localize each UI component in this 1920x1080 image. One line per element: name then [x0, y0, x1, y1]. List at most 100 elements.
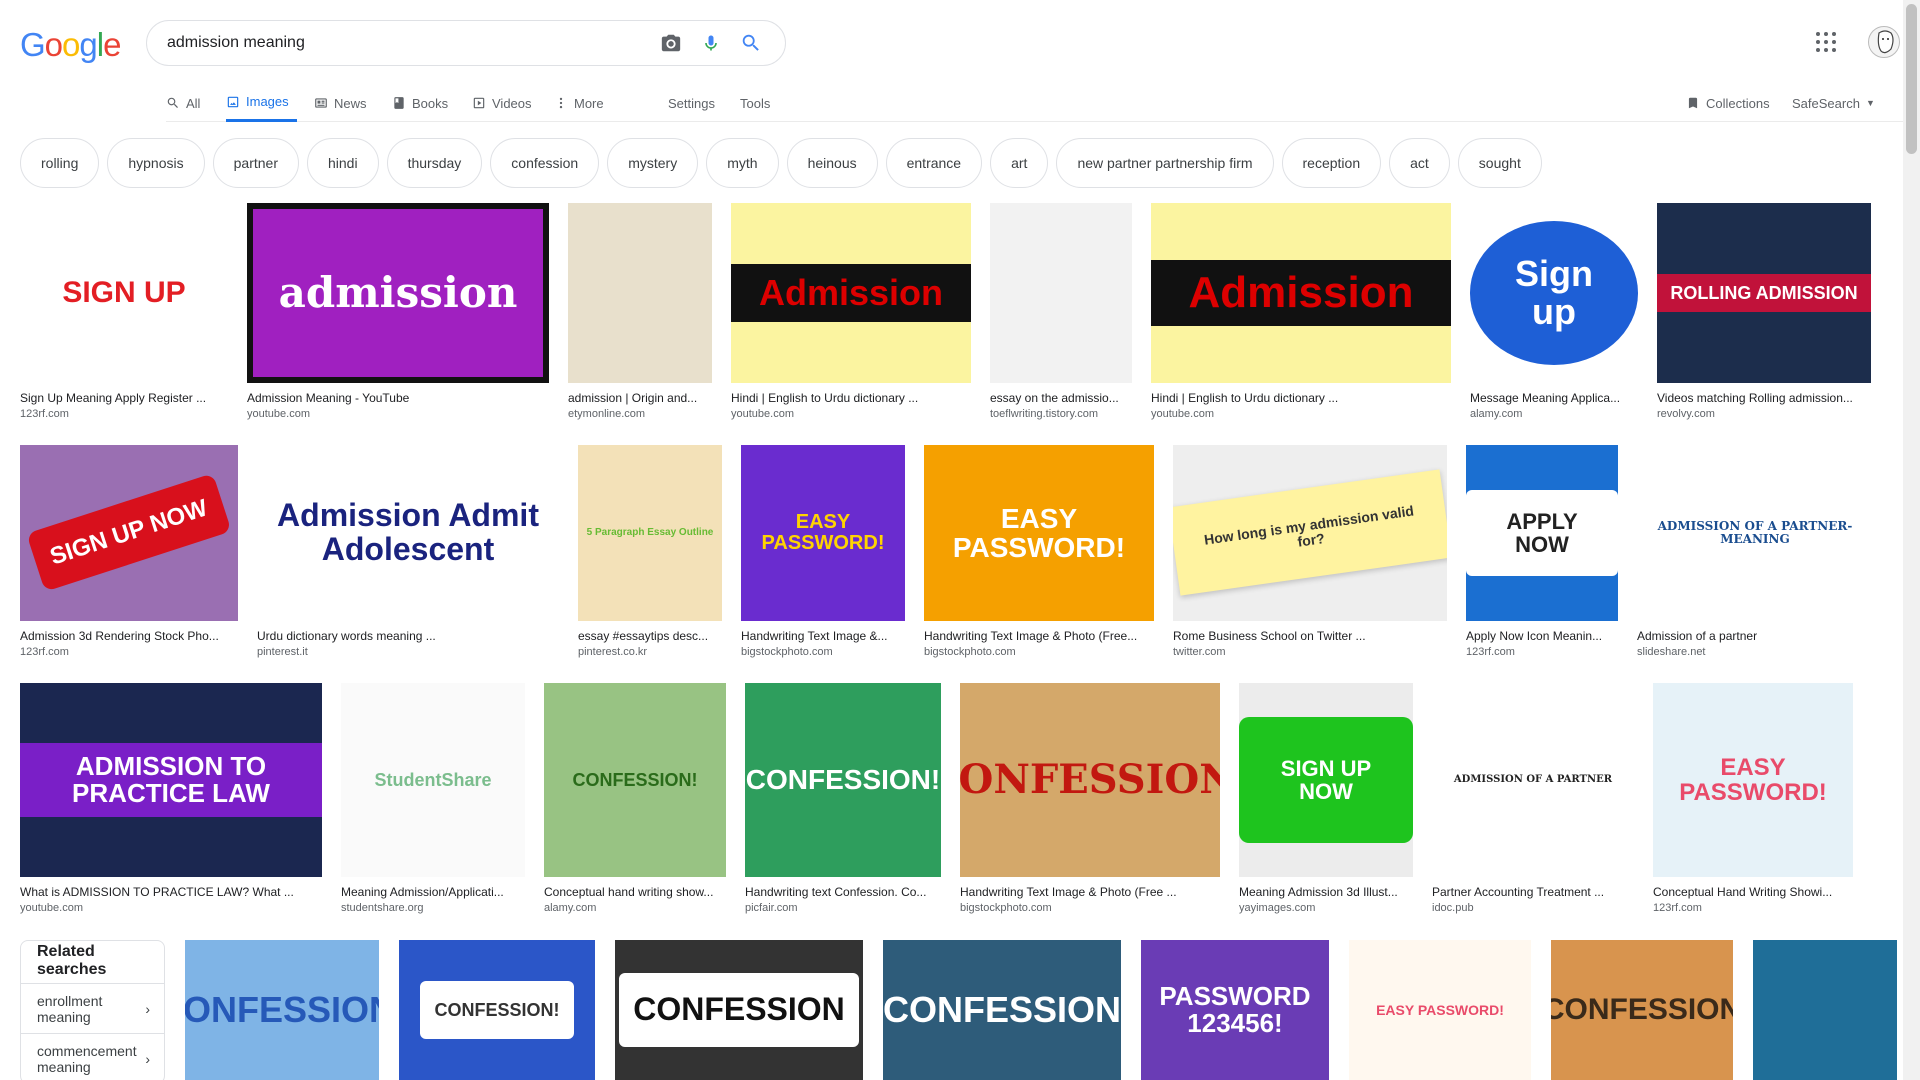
image-thumbnail[interactable]: ADMISSION TO PRACTICE LAW: [20, 683, 322, 877]
image-thumbnail[interactable]: EASY PASSWORD!: [741, 445, 905, 621]
image-result[interactable]: CONFESSION! Conceptual hand writing show.…: [544, 683, 726, 914]
avatar[interactable]: [1868, 26, 1900, 58]
image-thumbnail[interactable]: EASY PASSWORD!: [924, 445, 1154, 621]
chip-7[interactable]: myth: [706, 138, 779, 188]
image-thumbnail[interactable]: CONFESSION: [615, 940, 863, 1080]
image-result[interactable]: SIGN UP Sign Up Meaning Apply Register ..…: [20, 203, 228, 420]
image-thumbnail[interactable]: Sign up: [1470, 203, 1638, 383]
image-caption[interactable]: Handwriting Text Image & Photo (Free...: [924, 629, 1154, 643]
image-result[interactable]: ADMISSION TO PRACTICE LAW What is ADMISSI…: [20, 683, 322, 914]
image-caption[interactable]: Admission 3d Rendering Stock Pho...: [20, 629, 238, 643]
image-thumbnail[interactable]: CONFESSION!: [960, 683, 1220, 877]
image-thumbnail[interactable]: SIGN UP NOW: [1239, 683, 1413, 877]
image-caption[interactable]: What is ADMISSION TO PRACTICE LAW? What …: [20, 885, 322, 899]
related-item-enrollment[interactable]: enrollment meaning ›: [21, 983, 164, 1033]
image-result[interactable]: CONFESSION! Handwriting Text Image & Phot…: [960, 683, 1220, 914]
image-result[interactable]: 5 Paragraph Essay Outline essay #essaytip…: [578, 445, 722, 658]
chip-10[interactable]: art: [990, 138, 1049, 188]
image-caption[interactable]: Conceptual Hand Writing Showi...: [1653, 885, 1853, 899]
image-result[interactable]: EASY PASSWORD!: [1349, 940, 1531, 1080]
image-caption[interactable]: Conceptual hand writing show...: [544, 885, 726, 899]
image-result[interactable]: ADMISSION OF A PARTNER Partner Accounting…: [1432, 683, 1634, 914]
chip-5[interactable]: confession: [490, 138, 600, 188]
chip-0[interactable]: rolling: [20, 138, 100, 188]
image-result[interactable]: ROLLING ADMISSION Videos matching Rolling…: [1657, 203, 1871, 420]
chip-14[interactable]: sought: [1457, 138, 1542, 188]
image-result[interactable]: ADMISSION OF A PARTNER-MEANING Admission …: [1637, 445, 1873, 658]
image-thumbnail[interactable]: StudentShare: [341, 683, 525, 877]
image-result[interactable]: [1753, 940, 1897, 1080]
image-caption[interactable]: essay on the admissio...: [990, 391, 1132, 405]
image-result[interactable]: CONFESSION!: [185, 940, 379, 1080]
image-caption[interactable]: Handwriting Text Image & Photo (Free ...: [960, 885, 1220, 899]
image-result[interactable]: CONFESSION: [883, 940, 1121, 1080]
image-result[interactable]: admission Admission Meaning - YouTube yout…: [247, 203, 549, 420]
image-result[interactable]: Admission Hindi | English to Urdu diction…: [731, 203, 971, 420]
tab-tools[interactable]: Tools: [740, 84, 770, 122]
image-thumbnail[interactable]: EASY PASSWORD!: [1653, 683, 1853, 877]
chip-12[interactable]: reception: [1281, 138, 1382, 188]
chip-8[interactable]: heinous: [786, 138, 878, 188]
search-input[interactable]: [167, 34, 651, 52]
image-thumbnail[interactable]: CONFESSION: [1551, 940, 1733, 1080]
image-caption[interactable]: Videos matching Rolling admission...: [1657, 391, 1871, 405]
image-result[interactable]: StudentShare Meaning Admission/Applicati.…: [341, 683, 525, 914]
image-thumbnail[interactable]: admission: [247, 203, 549, 383]
search-icon[interactable]: [731, 23, 771, 63]
image-thumbnail[interactable]: PASSWORD 123456!: [1141, 940, 1329, 1080]
image-thumbnail[interactable]: [990, 203, 1132, 383]
image-thumbnail[interactable]: ADMISSION OF A PARTNER: [1432, 683, 1634, 877]
image-caption[interactable]: Handwriting Text Image &...: [741, 629, 905, 643]
tab-news[interactable]: News: [314, 84, 367, 122]
image-result[interactable]: CONFESSION: [1551, 940, 1733, 1080]
image-thumbnail[interactable]: EASY PASSWORD!: [1349, 940, 1531, 1080]
image-caption[interactable]: admission | Origin and...: [568, 391, 712, 405]
image-result[interactable]: admission | Origin and... etymonline.com: [568, 203, 712, 420]
image-result[interactable]: CONFESSION!: [399, 940, 595, 1080]
image-thumbnail[interactable]: ROLLING ADMISSION: [1657, 203, 1871, 383]
image-caption[interactable]: Apply Now Icon Meanin...: [1466, 629, 1618, 643]
image-thumbnail[interactable]: Admission: [731, 203, 971, 383]
image-thumbnail[interactable]: SIGN UP NOW: [20, 445, 238, 621]
image-result[interactable]: PASSWORD 123456!: [1141, 940, 1329, 1080]
image-caption[interactable]: Meaning Admission 3d Illust...: [1239, 885, 1413, 899]
image-thumbnail[interactable]: 5 Paragraph Essay Outline: [578, 445, 722, 621]
chip-11[interactable]: new partner partnership firm: [1056, 138, 1274, 188]
related-item-commencement[interactable]: commencement meaning ›: [21, 1033, 164, 1080]
image-caption[interactable]: Sign Up Meaning Apply Register ...: [20, 391, 228, 405]
image-thumbnail[interactable]: [1753, 940, 1897, 1080]
safesearch-button[interactable]: SafeSearch ▼: [1792, 84, 1875, 122]
chip-2[interactable]: partner: [212, 138, 299, 188]
image-caption[interactable]: Admission of a partner: [1637, 629, 1873, 643]
image-caption[interactable]: Partner Accounting Treatment ...: [1432, 885, 1634, 899]
google-logo[interactable]: Google: [20, 26, 121, 63]
image-thumbnail[interactable]: CONFESSION!: [745, 683, 941, 877]
scrollbar[interactable]: [1903, 0, 1920, 1080]
image-thumbnail[interactable]: SIGN UP: [20, 203, 228, 383]
image-caption[interactable]: essay #essaytips desc...: [578, 629, 722, 643]
chip-3[interactable]: hindi: [306, 138, 379, 188]
tab-videos[interactable]: Videos: [472, 84, 532, 122]
image-result[interactable]: EASY PASSWORD! Handwriting Text Image &..…: [741, 445, 905, 658]
image-caption[interactable]: Urdu dictionary words meaning ...: [257, 629, 559, 643]
apps-grid-icon[interactable]: [1814, 30, 1838, 54]
image-caption[interactable]: Hindi | English to Urdu dictionary ...: [731, 391, 971, 405]
chip-13[interactable]: act: [1389, 138, 1450, 188]
chip-9[interactable]: entrance: [885, 138, 983, 188]
image-result[interactable]: SIGN UP NOW Meaning Admission 3d Illust..…: [1239, 683, 1413, 914]
image-result[interactable]: essay on the admissio... toeflwriting.tis…: [990, 203, 1132, 420]
image-caption[interactable]: Admission Meaning - YouTube: [247, 391, 549, 405]
image-result[interactable]: APPLY NOW Apply Now Icon Meanin... 123rf.c…: [1466, 445, 1618, 658]
image-caption[interactable]: Message Meaning Applica...: [1470, 391, 1638, 405]
tab-more[interactable]: More: [554, 84, 604, 122]
chip-6[interactable]: mystery: [607, 138, 699, 188]
image-thumbnail[interactable]: APPLY NOW: [1466, 445, 1618, 621]
image-result[interactable]: SIGN UP NOW Admission 3d Rendering Stock …: [20, 445, 238, 658]
image-thumbnail[interactable]: ADMISSION OF A PARTNER-MEANING: [1637, 445, 1873, 621]
image-thumbnail[interactable]: [568, 203, 712, 383]
collections-link[interactable]: Collections: [1686, 84, 1770, 122]
image-caption[interactable]: Rome Business School on Twitter ...: [1173, 629, 1447, 643]
image-result[interactable]: CONFESSION! Handwriting text Confession. …: [745, 683, 941, 914]
image-caption[interactable]: Meaning Admission/Applicati...: [341, 885, 525, 899]
image-caption[interactable]: Handwriting text Confession. Co...: [745, 885, 941, 899]
